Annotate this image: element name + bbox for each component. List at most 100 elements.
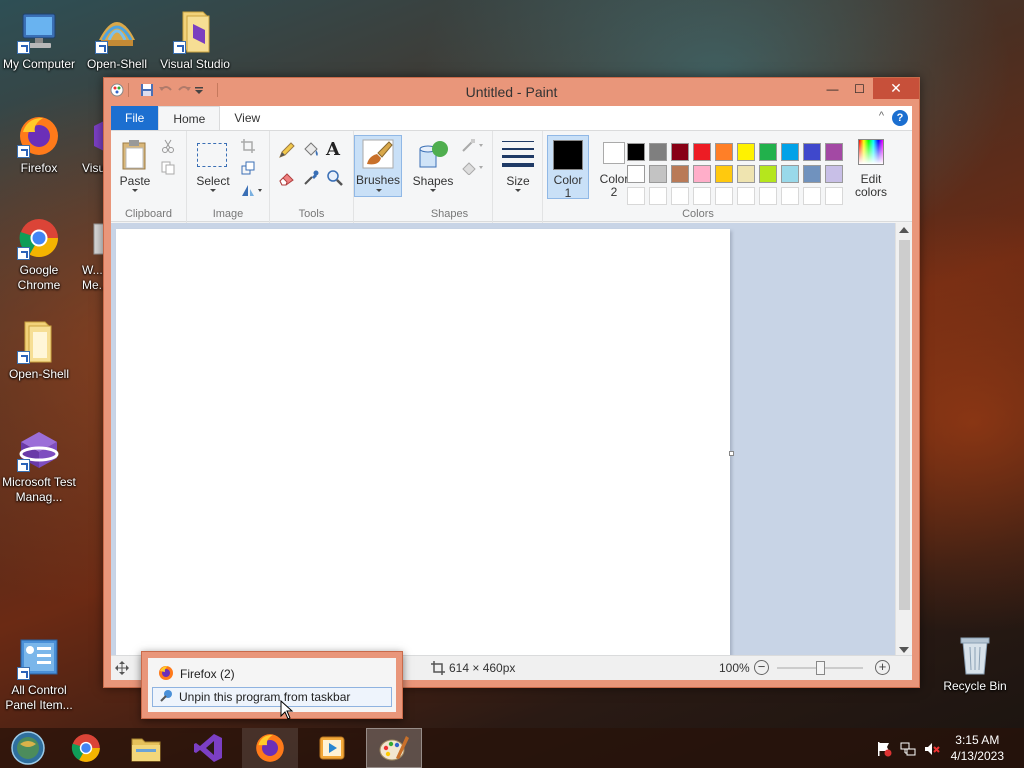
palette-swatch[interactable] — [803, 187, 821, 205]
zoom-in-button[interactable]: + — [875, 660, 890, 675]
desktop-icon-my-computer[interactable]: My Computer — [0, 10, 78, 72]
scrollbar-thumb[interactable] — [899, 240, 910, 610]
desktop-icon-recycle-bin[interactable]: Recycle Bin — [936, 632, 1014, 694]
palette-swatch[interactable] — [803, 143, 821, 161]
palette-swatch[interactable] — [715, 187, 733, 205]
palette-swatch[interactable] — [737, 143, 755, 161]
canvas-resize-handle-right[interactable] — [729, 451, 734, 456]
zoom-slider-thumb[interactable] — [816, 661, 825, 675]
title-bar[interactable]: Untitled - Paint — ☐ ✕ — [104, 78, 919, 105]
folder-icon — [173, 10, 217, 54]
network-icon[interactable] — [900, 741, 916, 760]
color-picker-icon[interactable] — [302, 169, 320, 190]
minimize-button[interactable]: — — [819, 78, 846, 99]
scroll-down-icon[interactable] — [899, 647, 909, 653]
help-icon[interactable]: ? — [892, 110, 908, 126]
select-label: Select — [196, 174, 230, 188]
desktop-icon-microsoft-test-manager[interactable]: Microsoft Test Manag... — [0, 428, 78, 505]
palette-swatch[interactable] — [737, 187, 755, 205]
taskbar-paint[interactable] — [366, 728, 422, 768]
palette-swatch[interactable] — [825, 165, 843, 183]
palette-swatch[interactable] — [649, 143, 667, 161]
jumplist-header-firefox[interactable]: Firefox (2) — [152, 664, 392, 684]
magnifier-icon[interactable] — [326, 169, 344, 190]
palette-swatch[interactable] — [627, 165, 645, 183]
cut-icon[interactable] — [161, 139, 175, 156]
fill-icon[interactable] — [302, 141, 320, 162]
jumplist-item-unpin[interactable]: Unpin this program from taskbar — [152, 687, 392, 707]
palette-swatch[interactable] — [649, 187, 667, 205]
palette-swatch[interactable] — [715, 165, 733, 183]
tab-home[interactable]: Home — [158, 106, 221, 130]
taskbar-clock[interactable]: 3:15 AM 4/13/2023 — [951, 732, 1004, 764]
zoom-out-button[interactable]: − — [754, 660, 769, 675]
taskbar-firefox[interactable] — [242, 728, 298, 768]
desktop-icon-all-control-panel[interactable]: All Control Panel Item... — [0, 636, 78, 713]
tab-file[interactable]: File — [111, 106, 159, 130]
close-button[interactable]: ✕ — [873, 78, 919, 99]
fill-shape-icon[interactable] — [461, 161, 485, 178]
scroll-up-icon[interactable] — [899, 227, 909, 233]
rotate-icon[interactable] — [241, 183, 263, 200]
drawing-canvas[interactable] — [116, 229, 730, 655]
action-center-flag-icon[interactable] — [876, 741, 892, 760]
palette-swatch[interactable] — [693, 165, 711, 183]
taskbar-visual-studio[interactable] — [180, 728, 236, 768]
pencil-icon[interactable] — [278, 141, 296, 162]
shapes-button[interactable]: Shapes — [411, 137, 455, 195]
palette-swatch[interactable] — [715, 143, 733, 161]
crop-icon[interactable] — [241, 139, 255, 156]
copy-icon[interactable] — [161, 161, 175, 178]
palette-swatch[interactable] — [627, 187, 645, 205]
resize-icon[interactable] — [241, 161, 255, 178]
taskbar: 3:15 AM 4/13/2023 — [0, 728, 1024, 768]
palette-swatch[interactable] — [759, 143, 777, 161]
desktop-icon-open-shell[interactable]: Open-Shell — [0, 320, 78, 382]
palette-swatch[interactable] — [759, 165, 777, 183]
zoom-slider[interactable] — [777, 661, 863, 675]
taskbar-chrome[interactable] — [58, 728, 114, 768]
text-icon[interactable]: A — [326, 139, 340, 160]
outline-icon[interactable] — [461, 139, 485, 156]
palette-swatch[interactable] — [737, 165, 755, 183]
start-button[interactable] — [0, 728, 56, 768]
palette-swatch[interactable] — [693, 187, 711, 205]
move-icon — [115, 661, 129, 678]
tab-view[interactable]: View — [220, 106, 274, 130]
desktop-icon-firefox[interactable]: Firefox — [0, 114, 78, 176]
select-button[interactable]: Select — [191, 137, 235, 195]
desktop-icon-google-chrome[interactable]: Google Chrome — [0, 216, 78, 293]
maximize-button[interactable]: ☐ — [846, 78, 873, 99]
vertical-scrollbar[interactable] — [895, 223, 912, 657]
palette-swatch[interactable] — [671, 165, 689, 183]
paste-button[interactable]: Paste — [115, 137, 155, 195]
eraser-icon[interactable] — [278, 169, 296, 190]
palette-swatch[interactable] — [781, 143, 799, 161]
edit-colors-label: Edit — [860, 172, 882, 186]
brushes-button[interactable]: Brushes — [354, 135, 402, 197]
volume-muted-icon[interactable] — [924, 741, 940, 760]
palette-swatch[interactable] — [825, 143, 843, 161]
paint-window[interactable]: Untitled - Paint — ☐ ✕ File Home View ^ … — [103, 77, 920, 688]
palette-swatch[interactable] — [627, 143, 645, 161]
taskbar-media-player[interactable] — [304, 728, 360, 768]
size-button[interactable]: Size — [497, 137, 539, 195]
palette-swatch[interactable] — [781, 165, 799, 183]
edit-colors-button[interactable]: Edit colors — [849, 135, 893, 199]
palette-swatch[interactable] — [649, 165, 667, 183]
palette-swatch[interactable] — [759, 187, 777, 205]
palette-swatch[interactable] — [803, 165, 821, 183]
collapse-ribbon-icon[interactable]: ^ — [879, 110, 884, 122]
taskbar-file-explorer[interactable] — [118, 728, 174, 768]
palette-swatch[interactable] — [825, 187, 843, 205]
desktop-icon-label: Recycle Bin — [943, 679, 1007, 693]
palette-swatch[interactable] — [671, 187, 689, 205]
desktop-icon-open-shell-menu[interactable]: Open-Shell Me... — [78, 10, 156, 72]
group-shapes: Shapes Shapes — [407, 131, 493, 223]
palette-swatch[interactable] — [781, 187, 799, 205]
color1-button[interactable]: Color 1 — [547, 135, 589, 200]
test-manager-icon — [17, 428, 61, 472]
palette-swatch[interactable] — [671, 143, 689, 161]
desktop-icon-visual-studio[interactable]: Visual Studio — [156, 10, 234, 72]
palette-swatch[interactable] — [693, 143, 711, 161]
